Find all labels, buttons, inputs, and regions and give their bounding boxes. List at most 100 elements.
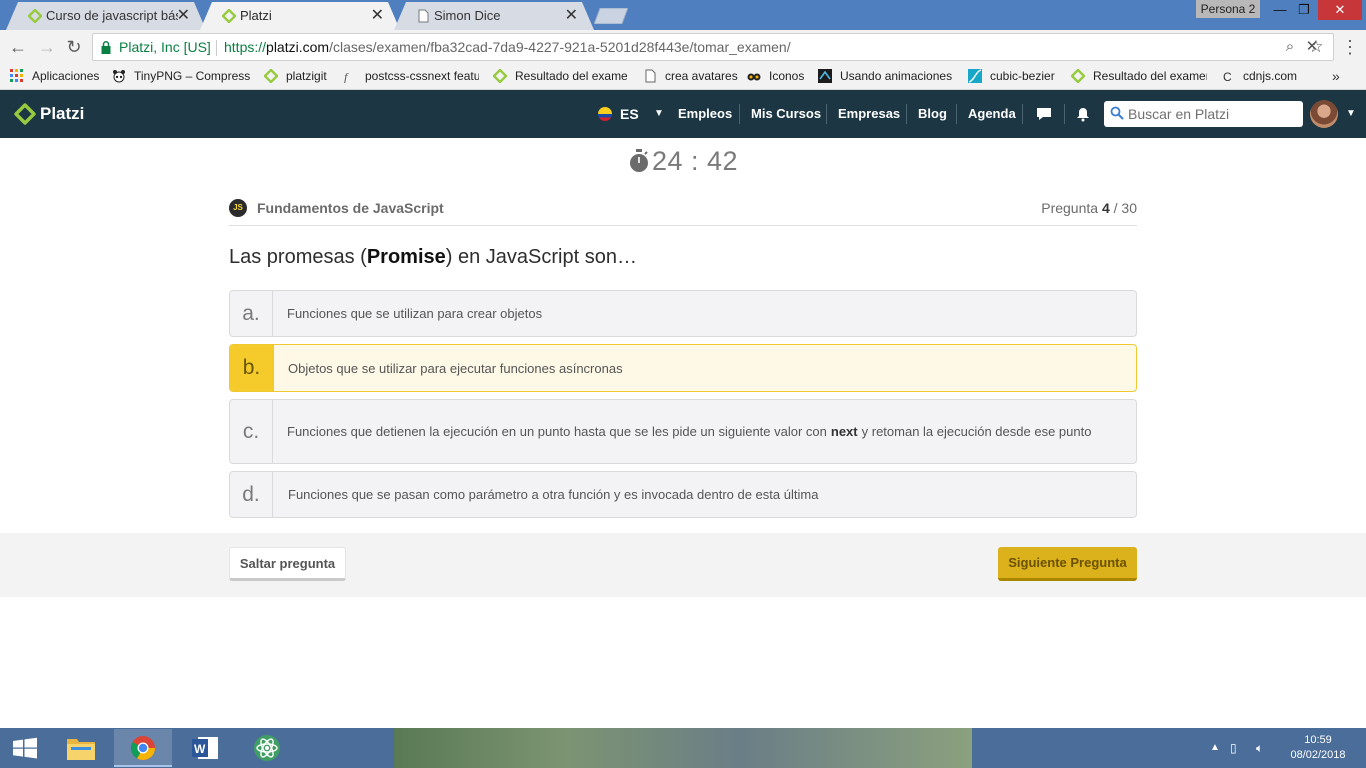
- next-question-button[interactable]: Siguiente Pregunta: [998, 547, 1137, 581]
- bookmark-item[interactable]: Resultado del examen: [1071, 64, 1207, 88]
- tab-simon-dice[interactable]: Simon Dice ✕: [394, 2, 594, 30]
- bookmark-label: Iconos: [769, 69, 805, 83]
- back-arrow-icon[interactable]: ←: [7, 36, 29, 58]
- nav-empresas[interactable]: Empresas: [838, 90, 900, 138]
- file-explorer-button[interactable]: [52, 729, 110, 767]
- bookmark-label: Usando animaciones: [840, 69, 953, 83]
- apps-icon: [10, 68, 23, 82]
- page-favicon-icon: [418, 9, 429, 23]
- url-text[interactable]: https://platzi.com/clases/examen/fba32ca…: [224, 34, 791, 60]
- chevron-down-icon[interactable]: ▼: [654, 90, 664, 138]
- nav-empleos[interactable]: Empleos: [678, 90, 732, 138]
- restore-button[interactable]: ❐: [1290, 0, 1318, 20]
- bookmark-label: Resultado del examen: [515, 69, 627, 83]
- bezier-icon: [968, 68, 982, 83]
- zoom-search-icon[interactable]: ⌕: [1281, 38, 1299, 56]
- site-identity[interactable]: Platzi, Inc [US]: [119, 34, 211, 60]
- bookmark-item[interactable]: platzigit: [264, 64, 336, 88]
- browser-tabstrip: Curso de javascript básico ✕ Platzi ✕ Si…: [0, 0, 1366, 30]
- exam-action-bar: Saltar pregunta Siguiente Pregunta: [0, 533, 1366, 597]
- language-label: ES: [620, 106, 639, 122]
- answer-option-a[interactable]: a. Funciones que se utilizan para crear …: [229, 290, 1137, 337]
- platzi-favicon-icon: [28, 9, 42, 23]
- timer-value: 24 : 42: [651, 146, 739, 176]
- notifications-icon[interactable]: [1073, 104, 1093, 124]
- tab-title: Platzi: [240, 8, 272, 23]
- option-keyword: next: [830, 424, 858, 439]
- bookmark-star-icon[interactable]: ☆: [1307, 38, 1325, 56]
- nav-mis-cursos[interactable]: Mis Cursos: [751, 90, 821, 138]
- bookmark-item[interactable]: f postcss-cssnext featu: [343, 64, 479, 88]
- cdnjs-icon: C: [1223, 70, 1232, 83]
- close-window-button[interactable]: ✕: [1318, 0, 1362, 20]
- nav-divider: [1022, 104, 1023, 124]
- url-host: platzi.com: [266, 39, 330, 55]
- windows-start-icon[interactable]: [0, 728, 50, 768]
- skip-question-button[interactable]: Saltar pregunta: [229, 547, 346, 581]
- logo-text: Platzi: [40, 104, 85, 123]
- svg-text:W: W: [194, 742, 206, 756]
- close-tab-icon[interactable]: ✕: [177, 2, 190, 30]
- forward-arrow-icon[interactable]: →: [36, 36, 58, 58]
- omnibox-divider: [216, 40, 217, 56]
- chrome-menu-icon[interactable]: ⋮: [1340, 36, 1360, 58]
- reload-icon[interactable]: ↻: [63, 36, 85, 58]
- address-bar[interactable]: Platzi, Inc [US] https://platzi.com/clas…: [92, 33, 1334, 61]
- question-part: ) en JavaScript son…: [445, 246, 637, 268]
- bookmark-item[interactable]: crea avatares: [643, 64, 739, 88]
- platzi-icon: [264, 68, 278, 83]
- option-text-part: y retoman la ejecución desde ese punto: [861, 424, 1092, 439]
- bookmark-item[interactable]: Usando animaciones: [818, 64, 954, 88]
- question-part: Las promesas (: [229, 246, 367, 268]
- tab-curso-javascript[interactable]: Curso de javascript básico ✕: [6, 2, 206, 30]
- new-tab-button[interactable]: [594, 8, 628, 24]
- volume-icon[interactable]: 🔈︎: [1256, 728, 1263, 768]
- language-selector[interactable]: ES: [598, 90, 639, 138]
- atom-button[interactable]: [238, 729, 296, 767]
- option-letter: d.: [230, 472, 273, 517]
- bookmark-item[interactable]: Iconos: [747, 64, 809, 88]
- site-header: Platzi ES ▼ Empleos Mis Cursos Empresas …: [0, 90, 1366, 138]
- tab-title: Curso de javascript básico: [46, 8, 178, 23]
- search-box[interactable]: [1104, 101, 1303, 127]
- answer-option-d[interactable]: d. Funciones que se pasan como parámetro…: [229, 471, 1137, 518]
- battery-icon[interactable]: ▯: [1230, 728, 1237, 768]
- avatar[interactable]: [1310, 100, 1338, 128]
- binoculars-icon: [747, 73, 761, 81]
- counter-total: / 30: [1113, 200, 1137, 216]
- file-explorer-icon: [67, 739, 95, 760]
- option-letter: c.: [230, 400, 273, 463]
- bookmark-item[interactable]: cubic-bezier: [968, 64, 1060, 88]
- option-text: Funciones que se pasan como parámetro a …: [288, 487, 819, 502]
- word-button[interactable]: W: [176, 729, 234, 767]
- question-text: Las promesas (Promise) en JavaScript son…: [229, 246, 637, 269]
- tray-overflow-icon[interactable]: ▲: [1210, 728, 1220, 768]
- search-input[interactable]: [1128, 101, 1298, 127]
- nav-agenda[interactable]: Agenda: [968, 90, 1016, 138]
- clock-time: 10:59: [1304, 734, 1332, 746]
- answer-option-c[interactable]: c. Funciones que detienen la ejecución e…: [229, 399, 1137, 464]
- profile-button[interactable]: Persona 2: [1196, 0, 1260, 18]
- answer-option-b[interactable]: b. Objetos que se utilizar para ejecutar…: [229, 344, 1137, 392]
- counter-current: 4: [1101, 200, 1110, 216]
- nav-divider: [906, 104, 907, 124]
- system-clock[interactable]: 10:59 08/02/2018: [1278, 733, 1358, 763]
- chrome-button[interactable]: [114, 729, 172, 767]
- close-tab-icon[interactable]: ✕: [371, 2, 384, 30]
- bookmark-label: TinyPNG – Compress: [134, 69, 250, 83]
- chat-bubble-icon[interactable]: [1034, 104, 1054, 124]
- bookmarks-overflow-button[interactable]: »: [1332, 64, 1340, 88]
- bookmark-item[interactable]: TinyPNG – Compress: [112, 64, 250, 88]
- chevron-down-icon[interactable]: ▼: [1346, 90, 1356, 138]
- bookmark-item[interactable]: Ccdnjs.com: [1221, 64, 1301, 88]
- bookmark-item[interactable]: Aplicaciones: [10, 64, 110, 88]
- browser-toolbar: ← → ↻ Platzi, Inc [US] https://platzi.co…: [0, 30, 1366, 64]
- tab-platzi[interactable]: Platzi ✕: [200, 2, 400, 30]
- nav-blog[interactable]: Blog: [918, 90, 947, 138]
- nav-divider: [956, 104, 957, 124]
- atom-icon: [254, 735, 280, 761]
- bookmark-item[interactable]: Resultado del examen: [493, 64, 627, 88]
- javascript-badge-icon: JS: [229, 199, 247, 217]
- counter-label: Pregunta: [1041, 200, 1099, 216]
- close-tab-icon[interactable]: ✕: [565, 2, 578, 30]
